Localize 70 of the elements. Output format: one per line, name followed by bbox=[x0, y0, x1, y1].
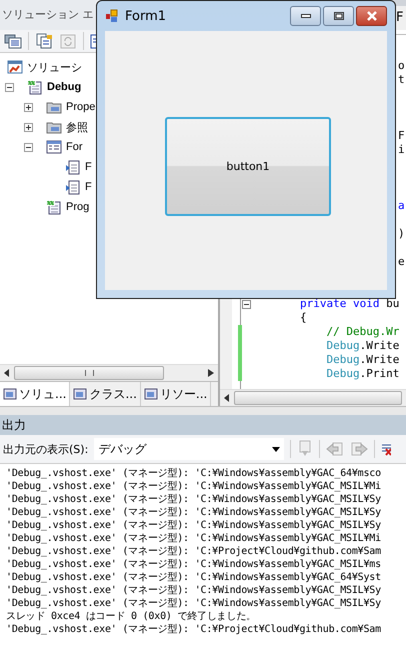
expander-icon[interactable] bbox=[24, 122, 33, 132]
tab-icon bbox=[73, 387, 88, 401]
output-line: 'Debug_.vshost.exe' (マネージ型): 'C:¥Windows¥assembly¥GAC_MSIL¥Sy bbox=[6, 597, 382, 610]
code-file-icon bbox=[65, 179, 81, 195]
code-line: private void bu bbox=[299, 297, 400, 311]
code-line: e bbox=[397, 255, 405, 269]
panel-title: 出力 bbox=[0, 415, 406, 435]
output-line: 'Debug_.vshost.exe' (マネージ型): 'C:¥Windows¥assembly¥GAC_MSIL¥Sy bbox=[6, 584, 382, 597]
minimize-button[interactable] bbox=[290, 6, 321, 26]
output-line: 'Debug_.vshost.exe' (マネージ型): 'C:¥Windows¥assembly¥GAC_MSIL¥Sy bbox=[6, 519, 382, 532]
output-line: 'Debug_.vshost.exe' (マネージ型): 'C:¥Project¥Cloud¥github.com¥Sam bbox=[6, 623, 382, 636]
output-line: 'Debug_.vshost.exe' (マネージ型): 'C:¥Windows¥assembly¥GAC_64¥Syst bbox=[6, 571, 382, 584]
code-line: F bbox=[397, 129, 405, 143]
properties-icon[interactable] bbox=[4, 33, 22, 49]
code-file-icon bbox=[65, 159, 81, 175]
close-icon bbox=[366, 11, 378, 21]
output-line: 'Debug_.vshost.exe' (マネージ型): 'C:¥Project¥Cloud¥github.com¥Sam bbox=[6, 545, 382, 558]
code-line: i bbox=[397, 143, 405, 157]
horizontal-scrollbar[interactable] bbox=[220, 389, 406, 406]
show-files-icon[interactable] bbox=[35, 33, 53, 49]
tree-item[interactable]: Prope bbox=[66, 101, 96, 113]
code-line: Debug.Print bbox=[325, 367, 400, 381]
close-button[interactable] bbox=[356, 6, 387, 26]
fold-icon[interactable] bbox=[242, 300, 251, 308]
tab-icon bbox=[3, 387, 17, 401]
scroll-left-icon[interactable] bbox=[4, 369, 10, 377]
tab-icon bbox=[144, 387, 158, 401]
scroll-left-icon[interactable] bbox=[224, 394, 230, 402]
horizontal-scrollbar[interactable] bbox=[0, 364, 218, 381]
code-line: o bbox=[397, 59, 405, 73]
solution-icon bbox=[7, 59, 23, 75]
tree-item[interactable]: F bbox=[85, 161, 92, 173]
maximize-icon bbox=[334, 12, 344, 20]
output-line: 'Debug_.vshost.exe' (マネージ型): 'C:¥Windows¥assembly¥GAC_MSIL¥Sy bbox=[6, 493, 382, 506]
tree-item[interactable]: F bbox=[85, 181, 92, 193]
tree-item[interactable]: Prog bbox=[66, 201, 90, 213]
output-line: 'Debug_.vshost.exe' (マネージ型): 'C:¥Windows¥assembly¥GAC_MSIL¥Mi bbox=[6, 480, 382, 493]
output-line: 'Debug_.vshost.exe' (マネージ型): 'C:¥Windows¥assembly¥GAC_MSIL¥Mi bbox=[6, 532, 382, 545]
code-line: t bbox=[397, 73, 405, 87]
source-label: 出力元の表示(S): bbox=[3, 442, 88, 456]
dropdown-arrow-icon bbox=[272, 446, 280, 452]
tree-item[interactable]: ソリューシ bbox=[27, 60, 82, 74]
tree-item[interactable]: Debug bbox=[47, 81, 82, 93]
expander-icon[interactable] bbox=[24, 102, 33, 112]
output-line: 'Debug_.vshost.exe' (マネージ型): 'C:¥Windows¥assembly¥GAC_MSIL¥ms bbox=[6, 558, 382, 571]
maximize-button[interactable] bbox=[323, 6, 354, 26]
form-icon bbox=[105, 9, 119, 23]
expander-icon[interactable] bbox=[24, 142, 33, 152]
document-tab[interactable]: F bbox=[396, 6, 406, 30]
csharp-file-icon bbox=[27, 79, 43, 95]
output-line: 'Debug_.vshost.exe' (マネージ型): 'C:¥Windows¥assembly¥GAC_64¥msco bbox=[6, 467, 382, 480]
csharp-file-icon bbox=[46, 199, 62, 215]
form-icon bbox=[46, 139, 62, 155]
form-button[interactable]: button1 bbox=[165, 117, 331, 216]
tree-item[interactable]: For bbox=[66, 141, 82, 153]
expander-icon[interactable] bbox=[5, 82, 14, 92]
code-line: { bbox=[299, 311, 307, 325]
code-line: a bbox=[397, 199, 405, 213]
minimize-icon bbox=[300, 14, 310, 18]
code-line: // Debug.Wr bbox=[325, 325, 400, 339]
panel-tab[interactable]: ソリュ... bbox=[0, 382, 70, 406]
code-line: Debug.Write bbox=[325, 353, 400, 367]
source-dropdown[interactable]: デバッグ bbox=[94, 438, 284, 460]
window-title: Form1 bbox=[125, 8, 166, 24]
code-line: ) bbox=[397, 227, 405, 241]
scroll-right-icon[interactable] bbox=[208, 369, 214, 377]
code-line: Debug.Write bbox=[325, 339, 400, 353]
tree-item[interactable]: 参照 bbox=[66, 120, 88, 134]
output-line: 'Debug_.vshost.exe' (マネージ型): 'C:¥Windows¥assembly¥GAC_MSIL¥Sy bbox=[6, 506, 382, 519]
output-line: スレッド 0xce4 はコード 0 (0x0) で終了しました。 bbox=[6, 610, 257, 623]
